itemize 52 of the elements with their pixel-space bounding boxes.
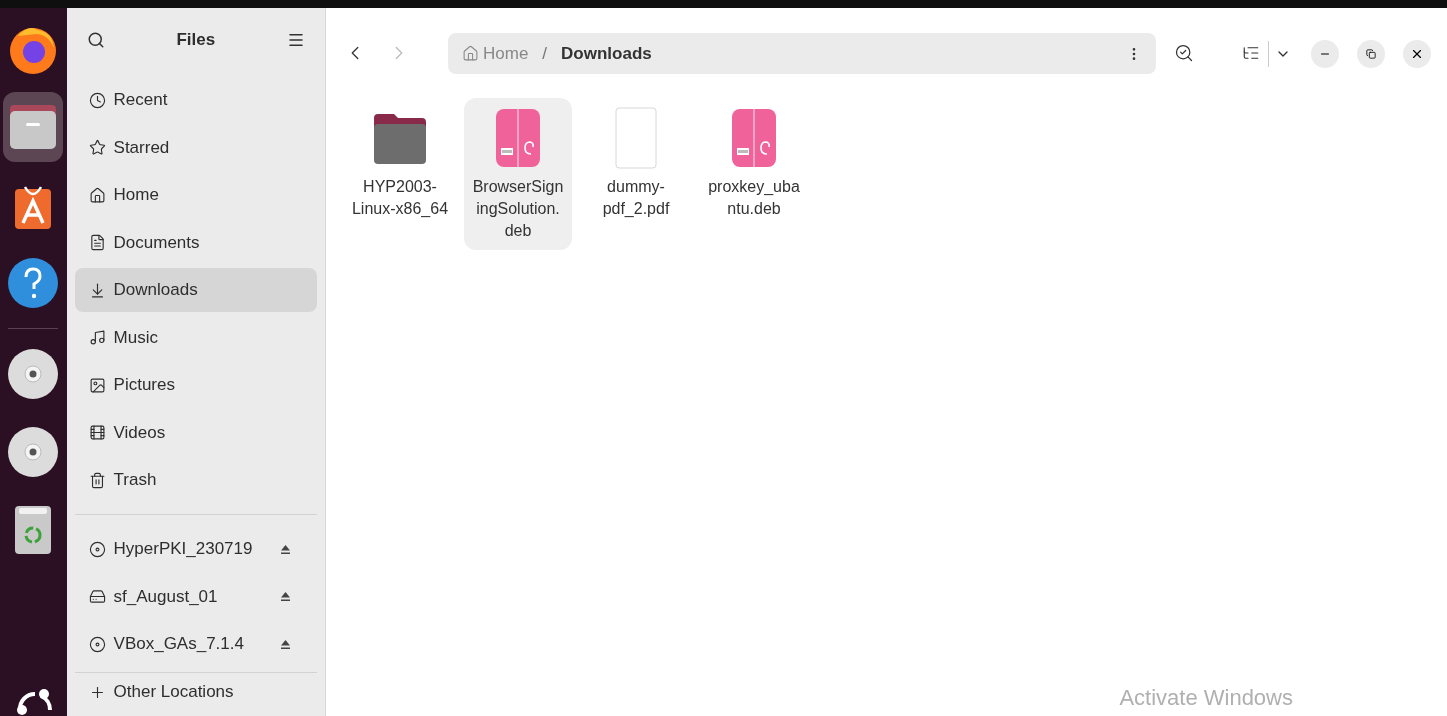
maximize-icon <box>1366 49 1376 59</box>
sidebar-item[interactable]: Documents <box>74 220 317 265</box>
sidebar-title: Files <box>176 29 216 52</box>
sidebar-item[interactable]: Music <box>74 315 317 360</box>
search-icon[interactable] <box>86 31 105 49</box>
eject-icon[interactable] <box>280 543 291 555</box>
sidebar-item[interactable]: Starred <box>74 125 317 170</box>
maximize-button[interactable] <box>1357 40 1385 68</box>
drive-icon <box>88 588 106 605</box>
sidebar-item[interactable]: VBox_GAs_7.1.4 <box>74 622 317 666</box>
file-name: HYP2003- Linux-x86_64 <box>351 177 449 219</box>
sidebar-item[interactable]: HyperPKI_230719 <box>74 527 317 571</box>
sidebar-item[interactable]: Pictures <box>74 363 317 407</box>
path-separator: / <box>542 42 548 65</box>
file-name: dummy- pdf_2.pdf <box>602 177 670 219</box>
file-item[interactable]: dummy- pdf_2.pdf <box>582 98 690 228</box>
package-icon <box>495 108 541 168</box>
music-icon <box>88 329 106 346</box>
file-item[interactable]: BrowserSign ingSolution. deb <box>464 98 572 250</box>
eject-icon[interactable] <box>280 638 291 650</box>
sidebar-item[interactable]: Other Locations <box>74 679 317 705</box>
document-icon <box>88 234 106 251</box>
folder-icon[interactable] <box>3 92 64 162</box>
document-icon <box>615 107 657 169</box>
package-icon <box>731 108 777 168</box>
sidebar-item[interactable]: Home <box>74 173 317 217</box>
picture-icon <box>88 376 106 394</box>
close-button[interactable] <box>1403 40 1431 68</box>
activation-notice: Activate Windows <box>1119 684 1293 712</box>
clock-icon <box>88 91 106 109</box>
file-name: proxkey_uba ntu.deb <box>708 177 800 219</box>
home-icon <box>462 45 479 62</box>
file-name: BrowserSign ingSolution. deb <box>472 177 564 241</box>
search-icon[interactable] <box>1174 43 1194 63</box>
film-icon <box>88 424 106 441</box>
file-item[interactable]: proxkey_uba ntu.deb <box>700 98 808 228</box>
disc-icon <box>88 635 106 653</box>
path-segment[interactable]: Downloads <box>561 40 652 67</box>
file-item[interactable]: HYP2003- Linux-x86_64 <box>346 98 454 228</box>
close-icon <box>1410 47 1424 61</box>
sidebar-item[interactable]: Videos <box>74 410 317 455</box>
eject-icon[interactable] <box>280 591 291 602</box>
sidebar-item[interactable]: Trash <box>74 458 317 502</box>
trash-icon <box>88 471 106 489</box>
home-icon <box>88 186 106 204</box>
disc-icon <box>88 540 106 558</box>
sidebar-item[interactable]: Recent <box>74 78 317 122</box>
sidebar-item[interactable]: sf_August_01 <box>74 574 317 619</box>
list-view-icon[interactable] <box>1242 44 1260 62</box>
star-icon <box>88 139 106 156</box>
sidebar-item[interactable]: Downloads <box>74 268 317 312</box>
menu-icon[interactable] <box>287 31 305 49</box>
